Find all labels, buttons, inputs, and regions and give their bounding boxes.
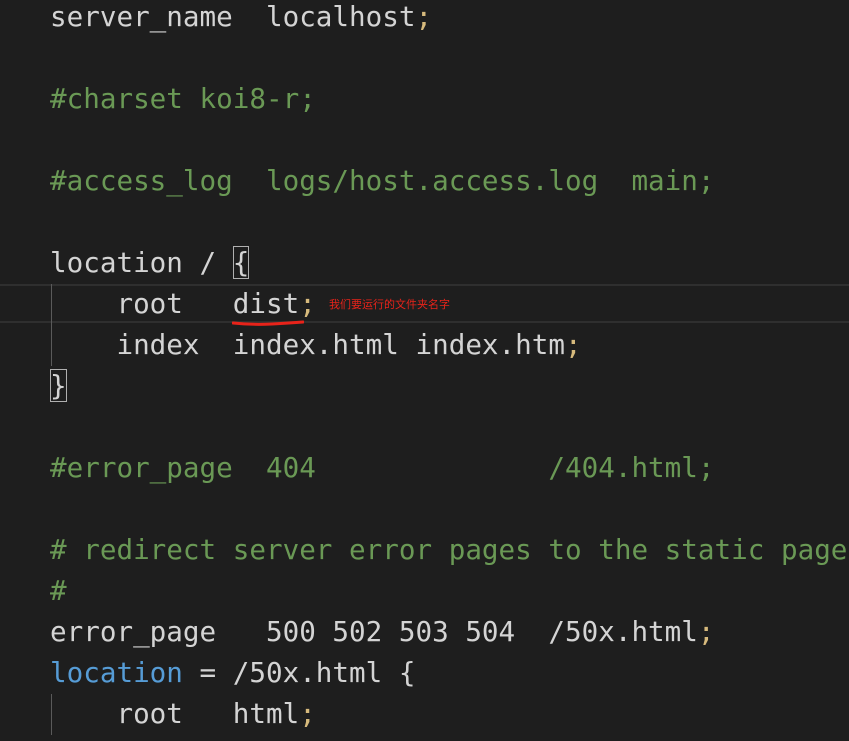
code-line[interactable]: root html; xyxy=(50,693,316,734)
code-token: index index.html index.htm xyxy=(50,328,565,361)
code-token: # xyxy=(50,574,67,607)
code-token: #error_page 404 /404.html; xyxy=(50,451,715,484)
matched-brace: } xyxy=(50,369,67,402)
code-line[interactable]: # redirect server error pages to the sta… xyxy=(50,529,849,570)
code-token: #access_log logs/host.access.log main; xyxy=(50,164,715,197)
code-line[interactable]: location = /50x.html { xyxy=(50,652,416,693)
code-token: ; xyxy=(565,328,582,361)
code-token: error_page 500 502 503 504 /50x.html xyxy=(50,615,698,648)
code-token: ; xyxy=(299,697,316,730)
code-token: ; xyxy=(415,0,433,33)
code-line[interactable]: root dist; xyxy=(50,283,316,324)
code-token: ; xyxy=(697,615,715,648)
code-line[interactable]: # xyxy=(50,570,67,611)
code-token: root dist xyxy=(50,287,300,320)
code-editor[interactable]: server_name localhost; #charset koi8-r; #a… xyxy=(0,0,849,741)
code-token: # redirect server error pages to the sta… xyxy=(50,533,848,566)
code-line[interactable]: server_name localhost; xyxy=(50,0,432,37)
code-token: location / xyxy=(50,246,233,279)
code-line[interactable]: } xyxy=(50,365,67,406)
code-token: ; xyxy=(299,287,316,320)
code-token: location xyxy=(50,656,183,689)
matched-brace: { xyxy=(232,246,250,279)
code-line[interactable]: #error_page 404 /404.html; xyxy=(50,447,715,488)
code-token: server_name localhost xyxy=(50,0,416,33)
code-line[interactable]: error_page 500 502 503 504 /50x.html; xyxy=(50,611,715,652)
annotation-note: 我们要运行的文件夹名字 xyxy=(329,298,450,311)
code-line[interactable]: #access_log logs/host.access.log main; xyxy=(50,160,715,201)
code-line[interactable]: #charset koi8-r; xyxy=(50,78,316,119)
code-token: #charset koi8-r; xyxy=(50,82,316,115)
code-line[interactable]: location / { xyxy=(50,242,250,283)
code-line[interactable]: index index.html index.htm; xyxy=(50,324,582,365)
code-token: = /50x.html { xyxy=(182,656,416,689)
code-token: root html xyxy=(50,697,300,730)
red-underline-annotation xyxy=(232,320,304,326)
